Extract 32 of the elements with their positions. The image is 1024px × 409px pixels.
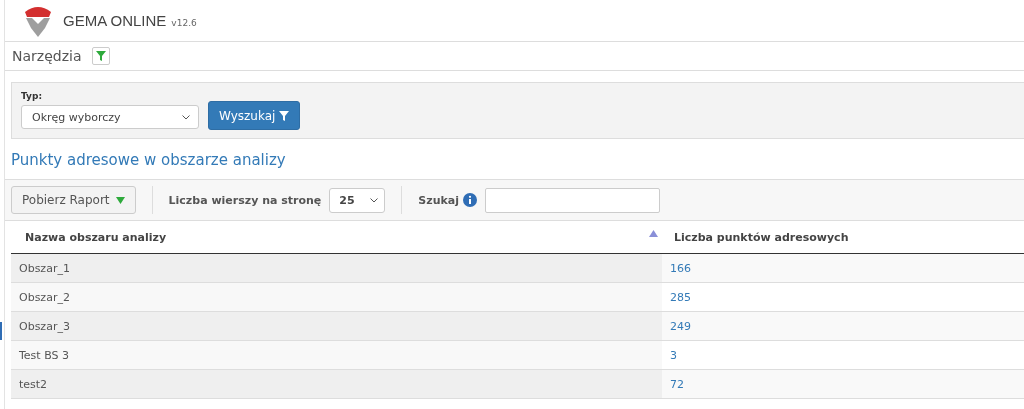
count-link[interactable]: 285 xyxy=(662,282,1024,312)
field-label: Typ: xyxy=(21,91,43,101)
count-link[interactable]: 3 xyxy=(662,340,1024,370)
app-title: GEMA ONLINE xyxy=(63,12,167,29)
count-link[interactable]: 166 xyxy=(662,253,1024,283)
version-label: v12.6 xyxy=(171,17,197,28)
download-report-button[interactable]: Pobierz Raport xyxy=(11,186,136,214)
rows-per-page-dropdown[interactable]: 25 xyxy=(329,187,386,213)
type-dropdown[interactable]: Okręg wyborczy xyxy=(21,105,199,129)
filter-icon xyxy=(279,110,290,121)
info-icon xyxy=(463,193,477,207)
chevron-down-icon xyxy=(182,114,190,120)
rows-per-page-label: Liczba wierszy na stronę xyxy=(168,193,322,207)
filter-icon xyxy=(96,51,107,61)
chevron-down-icon xyxy=(370,197,379,203)
column-header[interactable]: Liczba punktów adresowych xyxy=(662,221,1024,254)
filter-toggle-button[interactable] xyxy=(92,47,111,65)
caret-down-icon xyxy=(115,196,125,204)
count-link[interactable]: 72 xyxy=(662,369,1024,399)
table-cell: Obszar_1 xyxy=(11,253,662,283)
side-indicator xyxy=(0,322,2,340)
table-cell: Test BS 3 xyxy=(11,340,662,370)
search-button[interactable]: Wyszukaj xyxy=(208,101,301,130)
section-heading: Punkty adresowe w obszarze analizy xyxy=(10,150,287,169)
search-field[interactable] xyxy=(485,187,660,213)
table-cell: test2 xyxy=(11,369,662,399)
table-cell: Obszar_3 xyxy=(11,311,662,341)
table-cell: Obszar_2 xyxy=(11,282,662,312)
page-title: Narzędzia xyxy=(12,48,82,64)
column-header[interactable]: Nazwa obszaru analizy xyxy=(11,221,662,254)
search-label: Szukaj xyxy=(418,193,459,207)
count-link[interactable]: 249 xyxy=(662,311,1024,341)
